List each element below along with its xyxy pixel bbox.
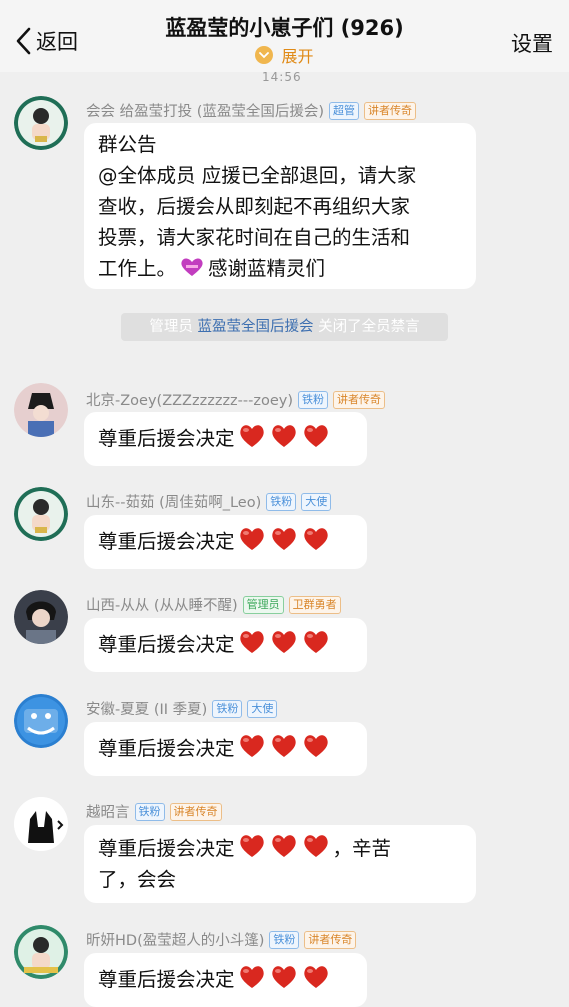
hearts <box>237 833 333 859</box>
heart-icon <box>303 425 328 447</box>
avatar[interactable] <box>14 590 68 644</box>
message-line: 尊重后援会决定 ，辛苦 <box>98 833 462 864</box>
message-text: 尊重后援会决定 <box>98 737 235 760</box>
fan-badge: 铁粉 <box>212 699 243 718</box>
role-badge: 超管 <box>329 101 360 120</box>
message-text: 尊重后援会决定 <box>98 633 235 656</box>
sender-name[interactable]: 安徽-夏夏 (II 季夏) <box>86 698 207 719</box>
message-bubble[interactable]: 尊重后援会决定 <box>84 722 367 776</box>
sender-name[interactable]: 昕妍HD(盈莹超人的小斗篷) <box>86 929 264 950</box>
sender-row: 山东--茹茹 (周佳茹啊_Leo) 铁粉 大使 <box>86 491 332 512</box>
sender-name[interactable]: 北京-Zoey(ZZZzzzzzz---zoey) <box>86 389 293 410</box>
message-text-extra: ，辛苦 <box>332 837 392 860</box>
chevron-down-icon <box>255 46 274 64</box>
hearts <box>237 423 333 449</box>
sender-name[interactable]: 山东--茹茹 (周佳茹啊_Leo) <box>86 491 261 512</box>
avatar[interactable] <box>14 96 68 150</box>
heart-icon <box>239 425 264 447</box>
level-badge: 讲者传奇 <box>333 390 386 409</box>
level-badge: 卫群勇者 <box>288 595 341 614</box>
sender-row: 山西-从从 (从从睡不醒) 管理员 卫群勇者 <box>86 594 341 615</box>
hearts <box>237 526 333 552</box>
sender-row: 会会 给盈莹打投 (蓝盈莹全国后援会) 超管 讲者传奇 <box>86 100 417 121</box>
heart-icon <box>271 631 296 653</box>
heart-icon <box>303 528 328 550</box>
group-title: 蓝盈莹的小崽子们 (926) <box>165 16 404 40</box>
avatar[interactable] <box>14 487 68 541</box>
fan-badge: 铁粉 <box>269 930 300 949</box>
announcement-line-text: 工作上。 <box>98 257 177 280</box>
system-prefix: 管理员 <box>149 319 193 335</box>
message-line-2: 了，会会 <box>98 868 177 891</box>
expand-button[interactable]: 展开 <box>0 43 569 67</box>
announcement-bubble[interactable]: 群公告 @全体成员 应援已全部退回，请大家 查收，后援会从即刻起不再组织大家 投… <box>84 123 476 289</box>
ambassador-badge: 大使 <box>247 699 278 718</box>
settings-button[interactable]: 设置 <box>511 28 553 58</box>
message-bubble[interactable]: 尊重后援会决定 <box>84 515 367 569</box>
heart-icon <box>239 966 264 988</box>
announcement-heading: 群公告 <box>98 133 157 156</box>
announcement-line-text: 感谢蓝精灵们 <box>208 257 326 280</box>
heart-icon <box>303 835 328 857</box>
chat-header: 返回 蓝盈莹的小崽子们 (926) 展开 设置 <box>0 0 569 72</box>
message-bubble[interactable]: 尊重后援会决定 <box>84 618 367 672</box>
heart-icon <box>239 631 264 653</box>
sender-row: 昕妍HD(盈莹超人的小斗篷) 铁粉 讲者传奇 <box>86 929 357 950</box>
message-bubble[interactable]: 尊重后援会决定 ，辛苦 了，会会 <box>84 825 476 903</box>
hearts <box>237 733 333 759</box>
fan-badge: 铁粉 <box>298 390 329 409</box>
avatar[interactable] <box>14 797 68 851</box>
system-notice: 管理员 蓝盈莹全国后援会 关闭了全员禁言 <box>121 313 448 341</box>
sender-row: 安徽-夏夏 (II 季夏) 铁粉 大使 <box>86 698 278 719</box>
message-text: 尊重后援会决定 <box>98 427 235 450</box>
level-badge: 讲者传奇 <box>169 802 222 821</box>
system-suffix: 关闭了全员禁言 <box>318 319 420 335</box>
ambassador-badge: 大使 <box>301 492 332 511</box>
sender-name[interactable]: 山西-从从 (从从睡不醒) <box>86 594 238 615</box>
sender-row: 北京-Zoey(ZZZzzzzzz---zoey) 铁粉 讲者传奇 <box>86 389 386 410</box>
heart-icon <box>271 835 296 857</box>
sender-row: 越昭言 铁粉 讲者传奇 <box>86 801 222 822</box>
heart-icon <box>271 425 296 447</box>
heart-icon <box>239 835 264 857</box>
level-badge: 讲者传奇 <box>364 101 417 120</box>
avatar[interactable] <box>14 694 68 748</box>
heart-gift-icon <box>181 258 203 276</box>
heart-icon <box>271 735 296 757</box>
admin-link[interactable]: 蓝盈莹全国后援会 <box>198 319 314 335</box>
message-bubble[interactable]: 尊重后援会决定 <box>84 412 367 466</box>
announcement-line: 查收，后援会从即刻起不再组织大家 <box>98 195 411 218</box>
heart-icon <box>239 735 264 757</box>
expand-label: 展开 <box>281 47 314 66</box>
avatar[interactable] <box>14 383 68 437</box>
admin-badge: 管理员 <box>242 595 284 614</box>
level-badge: 讲者传奇 <box>304 930 357 949</box>
hearts <box>237 629 333 655</box>
timestamp: 14:56 <box>262 70 302 84</box>
heart-icon <box>271 966 296 988</box>
hearts <box>237 964 333 990</box>
announcement-line-last: 工作上。 感谢蓝精灵们 <box>98 253 462 284</box>
sender-name[interactable]: 越昭言 <box>86 801 130 822</box>
announcement-line: 投票，请大家花时间在自己的生活和 <box>98 226 411 249</box>
fan-badge: 铁粉 <box>266 492 297 511</box>
avatar[interactable] <box>14 925 68 979</box>
message-bubble[interactable]: 尊重后援会决定 <box>84 953 367 1007</box>
heart-icon <box>271 528 296 550</box>
announcement-line: @全体成员 应援已全部退回，请大家 <box>98 164 417 187</box>
message-text: 尊重后援会决定 <box>98 837 235 860</box>
sender-name[interactable]: 会会 给盈莹打投 (蓝盈莹全国后援会) <box>86 100 324 121</box>
heart-icon <box>239 528 264 550</box>
heart-icon <box>303 966 328 988</box>
fan-badge: 铁粉 <box>134 802 165 821</box>
heart-icon <box>303 631 328 653</box>
message-text: 尊重后援会决定 <box>98 530 235 553</box>
heart-icon <box>303 735 328 757</box>
message-text: 尊重后援会决定 <box>98 968 235 991</box>
